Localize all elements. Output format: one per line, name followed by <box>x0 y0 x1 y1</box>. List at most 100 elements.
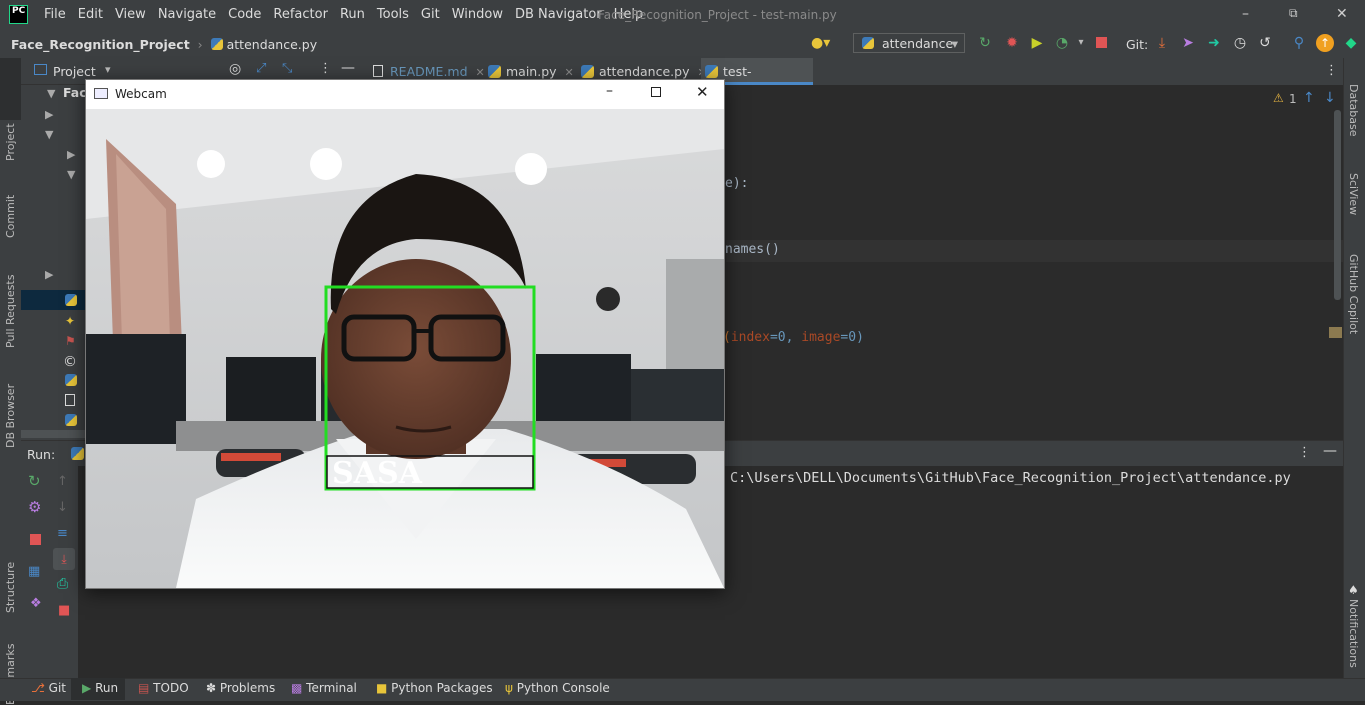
tool-tab-structure[interactable]: Structure <box>4 562 17 613</box>
tool-tab-sciview[interactable]: SciView <box>1347 173 1360 215</box>
chevron-down-icon[interactable]: ▾ <box>105 63 111 76</box>
bottom-tab-run[interactable]: ▶ Run <box>82 681 118 695</box>
tool-tab-db-browser[interactable]: DB Browser <box>4 384 17 448</box>
close-tab-icon[interactable]: ✕ <box>565 66 574 79</box>
down-icon[interactable]: ↓ <box>57 500 68 515</box>
python-file-icon <box>65 414 77 426</box>
bottom-tab-terminal[interactable]: ▩ Terminal <box>291 681 357 695</box>
collapse-arrow-icon[interactable]: ▶ <box>45 108 53 121</box>
collapse-all-icon[interactable]: ⤡ <box>282 61 292 76</box>
python-icon <box>862 37 874 49</box>
title-bar: PC File Edit View Navigate Code Refactor… <box>0 0 1365 30</box>
stop-icon[interactable] <box>30 534 41 545</box>
target-icon[interactable]: ◎ <box>229 61 241 77</box>
current-line-highlight <box>726 240 1343 262</box>
menu-git[interactable]: Git <box>421 7 440 22</box>
bottom-tab-python-console[interactable]: ψ Python Console <box>505 681 610 695</box>
update-icon[interactable]: ↑ <box>1316 34 1334 52</box>
run-options-icon[interactable]: ⋮ <box>1298 445 1311 460</box>
expand-arrow-icon[interactable]: ▼ <box>45 128 53 141</box>
notifications-bell-icon[interactable]: ♠ <box>1348 583 1359 597</box>
tool-tab-notifications[interactable]: Notifications <box>1347 599 1360 668</box>
tool-tab-database[interactable]: Database <box>1347 84 1360 137</box>
menu-run[interactable]: Run <box>340 7 365 22</box>
breadcrumb-file[interactable]: attendance.py <box>227 37 317 52</box>
warning-count: 1 <box>1289 92 1297 106</box>
pycharm-logo[interactable]: PC <box>9 5 28 24</box>
hide-run-panel-icon[interactable]: — <box>1323 443 1337 459</box>
bottom-tab-label: TODO <box>153 681 189 695</box>
bottom-tab-problems[interactable]: ✽ Problems <box>206 681 275 695</box>
expand-all-icon[interactable]: ⤢ <box>256 61 266 76</box>
hide-panel-icon[interactable]: — <box>341 60 355 76</box>
menu-refactor[interactable]: Refactor <box>273 7 328 22</box>
rollback-icon[interactable]: ↺ <box>1256 34 1274 52</box>
jetbrains-icon[interactable]: ◆ <box>1342 34 1360 52</box>
breadcrumb-project[interactable]: Face_Recognition_Project <box>11 37 190 52</box>
tool-tab-commit[interactable]: Commit <box>4 195 17 238</box>
coverage-icon[interactable]: ▶ <box>1028 34 1046 52</box>
tool-tab-project[interactable]: Project <box>4 123 17 161</box>
menu-code[interactable]: Code <box>228 7 261 22</box>
webcam-window[interactable]: Webcam – ✕ SASA <box>85 79 725 589</box>
expand-arrow-icon[interactable]: ▼ <box>67 168 75 181</box>
collapse-arrow-icon[interactable]: ▶ <box>45 268 53 281</box>
print-icon[interactable]: ⎙ <box>57 576 68 592</box>
tab-options-icon[interactable]: ⋮ <box>1325 63 1338 78</box>
flag-file-icon: ⚑ <box>65 334 76 348</box>
bottom-tab-python-packages[interactable]: ■ Python Packages <box>376 681 493 695</box>
soft-wrap-icon[interactable]: ≡ <box>57 526 68 541</box>
up-icon[interactable]: ↑ <box>57 474 68 489</box>
bottom-tab-label: Terminal <box>306 681 357 695</box>
rerun-icon[interactable]: ↻ <box>976 34 994 52</box>
maximize-icon[interactable] <box>651 87 661 97</box>
history-icon[interactable]: ◷ <box>1231 34 1249 52</box>
git-update-icon[interactable]: ⤓ <box>1153 34 1171 52</box>
restore-icon[interactable]: ⧉ <box>1289 6 1298 21</box>
git-push-icon[interactable]: ➜ <box>1205 34 1223 52</box>
git-commit-icon[interactable]: ➤ <box>1179 34 1197 52</box>
menu-navigate[interactable]: Navigate <box>158 7 216 22</box>
pin-icon[interactable]: ❖ <box>30 596 42 611</box>
options-icon[interactable]: ⋮ <box>319 61 332 76</box>
users-icon[interactable]: ●▾ <box>811 34 830 52</box>
layout-icon[interactable]: ▦ <box>28 564 40 579</box>
project-panel-title[interactable]: Project <box>53 64 96 79</box>
collapse-arrow-icon[interactable]: ▶ <box>67 148 75 161</box>
menu-tools[interactable]: Tools <box>377 7 409 22</box>
menu-view[interactable]: View <box>115 7 146 22</box>
scroll-to-end-icon[interactable]: ⤓ <box>53 548 75 570</box>
previous-highlight-icon[interactable]: ↑ <box>1303 90 1315 106</box>
tab-label: main.py <box>506 64 557 79</box>
more-run-icon[interactable]: ▾ <box>1072 34 1090 52</box>
settings-icon[interactable]: ⚙ <box>28 498 41 516</box>
window-title: Face_Recognition_Project - test-main.py <box>598 8 837 22</box>
tool-tab-pull-requests[interactable]: Pull Requests <box>4 275 17 348</box>
close-icon[interactable]: ✕ <box>696 83 709 101</box>
delete-icon[interactable]: ■ <box>58 603 70 618</box>
run-config-select[interactable]: attendance ▾ <box>853 33 965 53</box>
warning-icon[interactable]: ⚠ <box>1273 91 1284 105</box>
expand-arrow-icon[interactable]: ▼ <box>47 87 55 100</box>
menu-edit[interactable]: Edit <box>78 7 103 22</box>
python-file-icon <box>488 65 501 78</box>
python-icon[interactable] <box>71 447 84 460</box>
menu-file[interactable]: File <box>44 7 66 22</box>
menu-bar: File Edit View Navigate Code Refactor Ru… <box>44 7 655 22</box>
rerun-icon[interactable]: ↻ <box>28 472 41 490</box>
editor-scrollbar[interactable] <box>1334 110 1341 300</box>
bottom-tab-todo[interactable]: ▤ TODO <box>138 681 189 695</box>
menu-db-navigator[interactable]: DB Navigator <box>515 7 602 22</box>
stop-icon[interactable] <box>1092 34 1110 52</box>
tool-tab-github-copilot[interactable]: GitHub Copilot <box>1347 254 1360 334</box>
minimize-icon[interactable]: – <box>606 83 613 99</box>
search-icon[interactable]: ⚲ <box>1290 34 1308 52</box>
close-icon[interactable]: ✕ <box>1336 6 1348 22</box>
profile-icon[interactable]: ◔ <box>1053 34 1071 52</box>
minimize-icon[interactable]: – <box>1242 6 1249 22</box>
webcam-title-bar[interactable]: Webcam – ✕ <box>86 80 724 109</box>
bottom-tab-git[interactable]: ⎇ Git <box>31 681 66 695</box>
debug-icon[interactable]: ✹ <box>1003 34 1021 52</box>
next-highlight-icon[interactable]: ↓ <box>1324 90 1336 106</box>
menu-window[interactable]: Window <box>452 7 503 22</box>
